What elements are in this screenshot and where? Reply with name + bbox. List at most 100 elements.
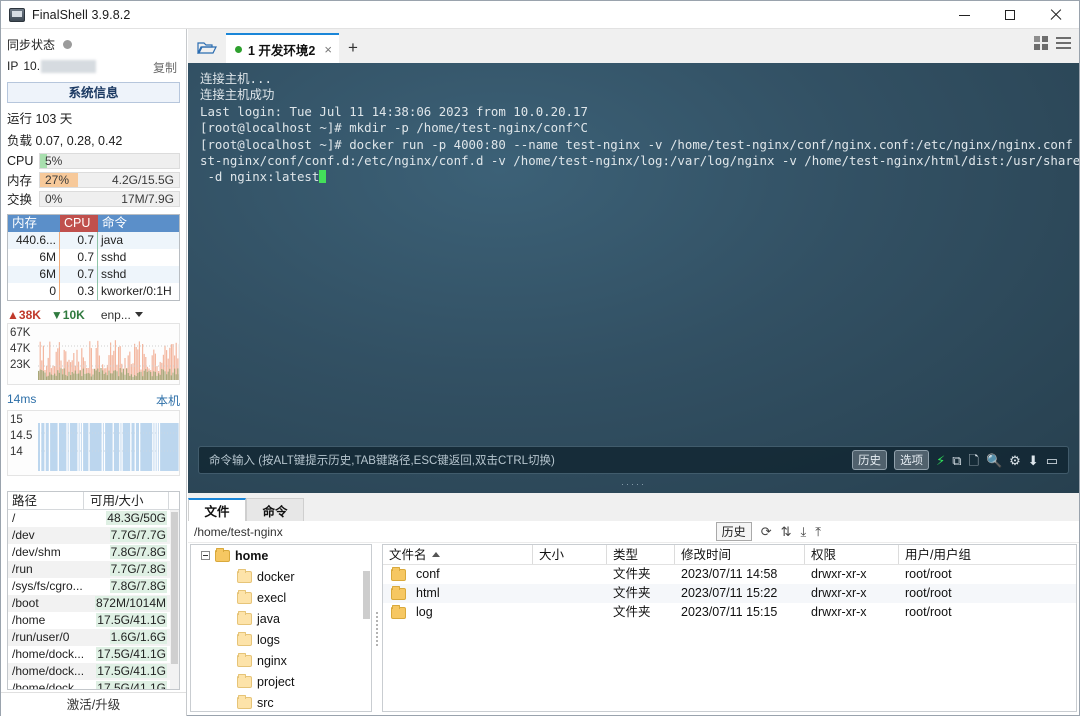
disk-row[interactable]: /dev 7.7G/7.7G: [8, 527, 179, 544]
tree-node-logs[interactable]: logs: [191, 629, 371, 650]
current-path[interactable]: /home/test-nginx: [194, 525, 283, 539]
column-header-type[interactable]: 类型: [607, 545, 675, 564]
paste-icon[interactable]: 🗋: [969, 454, 979, 467]
maximize-button[interactable]: [987, 1, 1033, 29]
command-input-bar[interactable]: 命令输入 (按ALT键提示历史,TAB键路径,ESC键返回,双击CTRL切换) …: [198, 446, 1069, 474]
process-cmd: sshd: [101, 267, 127, 281]
splitter-handle[interactable]: ·····: [188, 479, 1079, 489]
tree-collapse-toggle[interactable]: [201, 551, 210, 560]
process-mem: 0: [8, 283, 60, 300]
open-connection-button[interactable]: [188, 33, 226, 63]
directory-tree[interactable]: homedockerexecljavalogsnginxprojectsrcte…: [190, 544, 372, 712]
gear-icon[interactable]: ⚙: [1009, 454, 1021, 467]
network-interface-selector[interactable]: enp...: [101, 308, 143, 322]
terminal-options-button[interactable]: 选项: [894, 450, 930, 470]
column-header-size[interactable]: 大小: [533, 545, 607, 564]
disk-header-size[interactable]: 可用/大小: [84, 492, 169, 509]
activate-upgrade-link[interactable]: 激活/升级: [1, 692, 186, 716]
close-button[interactable]: [1033, 1, 1079, 29]
network-upload: ▲38K: [7, 308, 41, 322]
disk-row[interactable]: / 48.3G/50G: [8, 510, 179, 527]
tree-node-nginx[interactable]: nginx: [191, 650, 371, 671]
folder-icon: [237, 610, 252, 625]
terminal-output: 连接主机... 连接主机成功 Last login: Tue Jul 11 14:3…: [200, 71, 1079, 186]
meter-bar: 0% 17M/7.9G: [39, 190, 180, 207]
menu-icon[interactable]: [1056, 37, 1071, 49]
search-icon[interactable]: 🔍: [986, 454, 1002, 467]
folder-icon: [237, 589, 252, 604]
file-list: 文件名 大小 类型 修改时间 权限 用户/用户组 conf 文件夹 2023/07/…: [382, 544, 1077, 712]
process-row[interactable]: 0 0.3 kworker/0:1H: [8, 283, 179, 300]
tree-scrollbar-thumb[interactable]: [363, 571, 370, 619]
disk-row[interactable]: /sys/fs/cgro... 7.8G/7.8G: [8, 578, 179, 595]
disk-row[interactable]: /home/dock... 17.5G/41.1G: [8, 663, 179, 680]
disk-header-path[interactable]: 路径: [8, 492, 84, 509]
command-input[interactable]: 命令输入 (按ALT键提示历史,TAB键路径,ESC键返回,双击CTRL切换): [209, 452, 555, 468]
disk-scrollbar[interactable]: [170, 510, 179, 689]
file-owner: root/root: [905, 586, 952, 600]
terminal-history-button[interactable]: 历史: [852, 450, 888, 470]
process-header-mem[interactable]: 内存: [8, 215, 60, 232]
minimize-icon: [958, 14, 970, 16]
disk-row[interactable]: /dev/shm 7.8G/7.8G: [8, 544, 179, 561]
file-browser: homedockerexecljavalogsnginxprojectsrcte…: [188, 543, 1079, 715]
latency-value: 14ms: [7, 392, 37, 406]
file-row[interactable]: conf 文件夹 2023/07/11 14:58 drwxr-xr-x root/ro…: [383, 565, 1076, 584]
disk-path: /sys/fs/cgro...: [12, 579, 83, 593]
meter-交换: 交换 0% 17M/7.9G: [7, 190, 180, 207]
disk-row[interactable]: /home/dock... 17.5G/41.1G: [8, 646, 179, 663]
disk-path: /boot: [12, 596, 39, 610]
tabstrip-actions: [1034, 36, 1071, 50]
upload-icon[interactable]: ⤒: [815, 524, 821, 540]
disk-row[interactable]: /home 17.5G/41.1G: [8, 612, 179, 629]
disk-row[interactable]: /run 7.7G/7.8G: [8, 561, 179, 578]
file-row[interactable]: log 文件夹 2023/07/11 15:15 drwxr-xr-x root/roo…: [383, 603, 1076, 622]
disk-row[interactable]: /home/dock... 17.5G/41.1G: [8, 680, 179, 689]
column-header-owner[interactable]: 用户/用户组: [899, 545, 1076, 564]
process-row[interactable]: 6M 0.7 sshd: [8, 266, 179, 283]
file-browser-splitter[interactable]: [372, 543, 382, 715]
tab-status-dot-icon: [235, 45, 242, 53]
new-tab-button[interactable]: +: [339, 33, 367, 63]
download-icon[interactable]: ⬇: [1028, 454, 1039, 467]
window-icon[interactable]: ▭: [1046, 454, 1058, 467]
terminal-tab[interactable]: 1 开发环境2 ×: [226, 33, 339, 63]
disk-row[interactable]: /boot 872M/1014M: [8, 595, 179, 612]
tree-node-java[interactable]: java: [191, 608, 371, 629]
sort-icon[interactable]: ⇅: [781, 524, 792, 540]
copy-ip-button[interactable]: 复制: [153, 59, 177, 76]
system-info-sidebar: 同步状态 IP 10. 复制 系统信息 运行 103 天 负载 0.07, 0.…: [1, 29, 187, 716]
process-row[interactable]: 6M 0.7 sshd: [8, 249, 179, 266]
minimize-button[interactable]: [941, 1, 987, 29]
tab-close-icon[interactable]: ×: [324, 42, 332, 57]
meter-label: CPU: [7, 153, 34, 168]
bolt-icon[interactable]: ⚡: [936, 454, 945, 467]
folder-icon: [237, 694, 252, 709]
refresh-icon[interactable]: ⟳: [761, 524, 772, 540]
terminal-view[interactable]: 连接主机... 连接主机成功 Last login: Tue Jul 11 14:3…: [188, 63, 1079, 493]
column-header-name[interactable]: 文件名: [383, 545, 533, 564]
grid-layout-icon[interactable]: [1034, 36, 1048, 50]
disk-scrollbar-thumb[interactable]: [171, 512, 178, 664]
tree-node-home[interactable]: home: [191, 545, 371, 566]
tree-node-label: src: [257, 695, 274, 710]
tab-commands[interactable]: 命令: [246, 498, 304, 521]
column-header-time[interactable]: 修改时间: [675, 545, 805, 564]
process-row[interactable]: 440.6... 0.7 java: [8, 232, 179, 249]
copy-icon[interactable]: ⧉: [952, 454, 961, 467]
file-history-button[interactable]: 历史: [715, 522, 752, 541]
tab-files[interactable]: 文件: [188, 498, 246, 521]
process-header-cmd[interactable]: 命令: [98, 215, 179, 232]
tree-node-src[interactable]: src: [191, 692, 371, 711]
column-header-permissions[interactable]: 权限: [805, 545, 899, 564]
system-info-button[interactable]: 系统信息: [7, 82, 180, 103]
download-icon[interactable]: ⤓: [801, 524, 807, 540]
disk-row[interactable]: /run/user/0 1.6G/1.6G: [8, 629, 179, 646]
file-row[interactable]: html 文件夹 2023/07/11 15:22 drwxr-xr-x root/ro…: [383, 584, 1076, 603]
tree-node-execl[interactable]: execl: [191, 587, 371, 608]
tree-scrollbar[interactable]: [362, 545, 371, 711]
tree-node-project[interactable]: project: [191, 671, 371, 692]
tree-node-docker[interactable]: docker: [191, 566, 371, 587]
disk-size: 17.5G/41.1G: [96, 613, 167, 627]
process-header-cpu[interactable]: CPU: [60, 215, 98, 232]
